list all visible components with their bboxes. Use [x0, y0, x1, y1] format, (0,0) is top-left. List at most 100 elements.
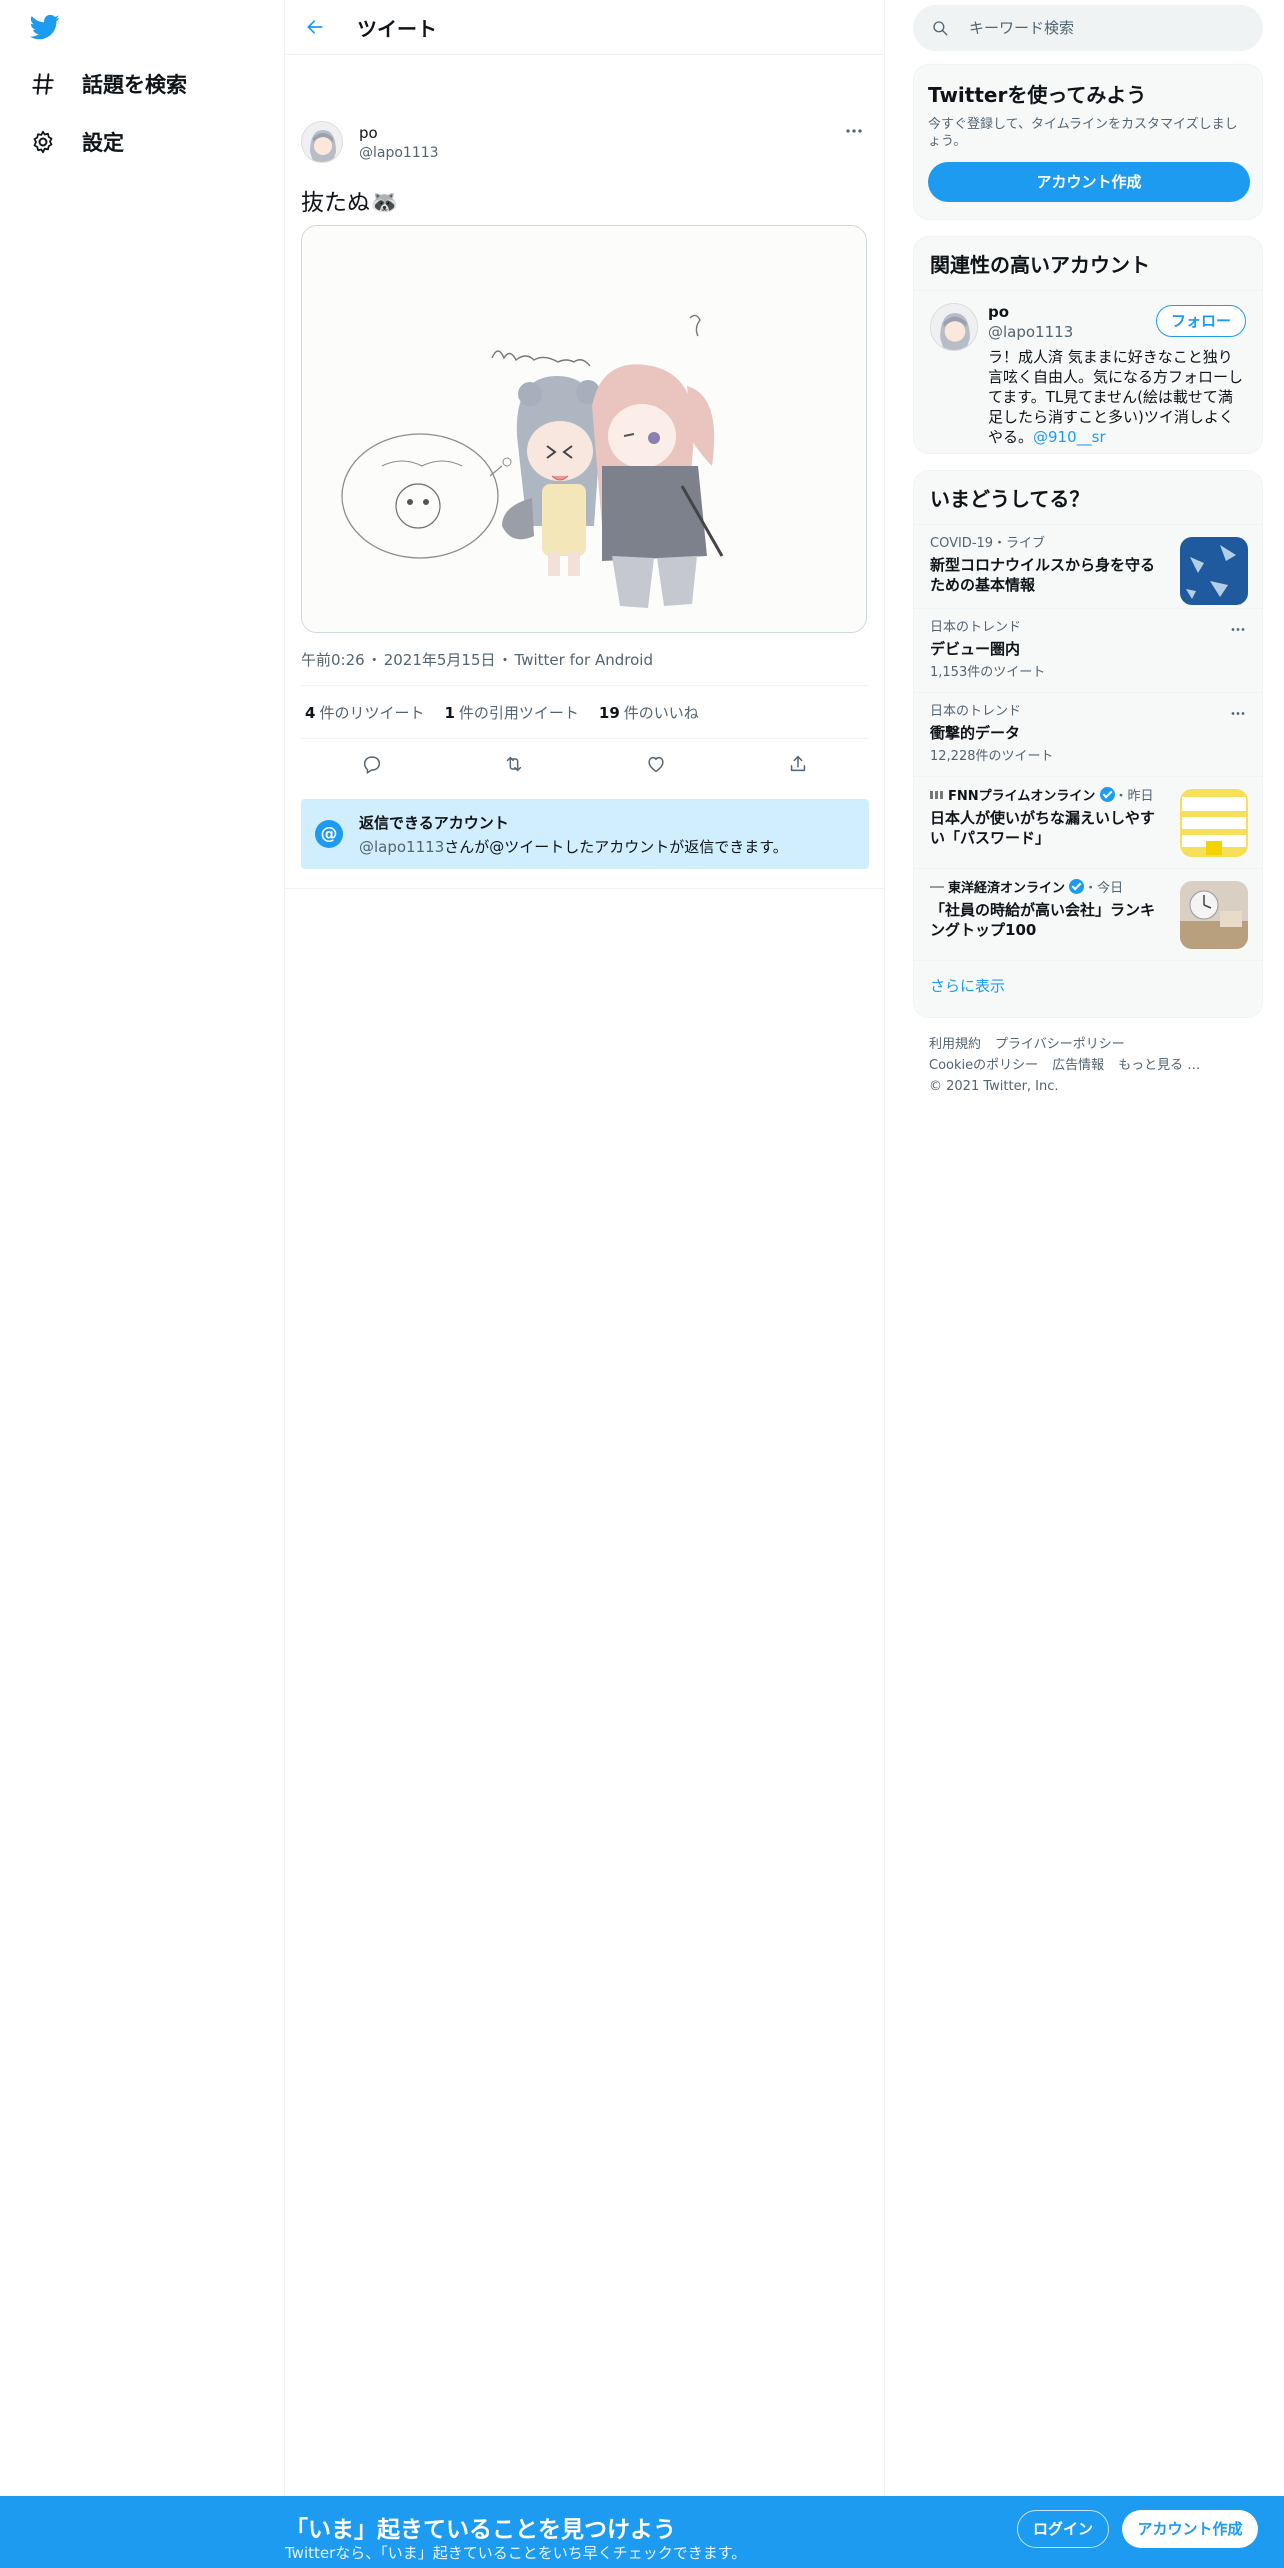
quote-count[interactable]: 1 件の引用ツイート: [444, 702, 578, 723]
separator: ・: [366, 651, 382, 669]
more-options-button[interactable]: [842, 121, 866, 141]
retweet-count[interactable]: 4 件のリツイート: [305, 702, 424, 723]
tweet-timestamp[interactable]: 午前0:26 ・ 2021年5月15日・ Twitter for Android: [301, 649, 653, 670]
fnn-logo-icon: [930, 791, 943, 799]
verified-badge-icon: [1099, 787, 1115, 802]
reply-button[interactable]: [354, 746, 390, 782]
related-account-bio-text: ラ！成人済 気ままに好きなこと独り言呟く自由人。気になる方フォローしてます。TL…: [988, 348, 1244, 446]
more-dots-icon: [846, 129, 862, 133]
footer-link-privacy[interactable]: プライバシーポリシー: [995, 1037, 1125, 1052]
trend-item[interactable]: 日本のトレンド デビュー圏内 1,153件のツイート: [914, 609, 1262, 693]
more-dots-icon: [1231, 711, 1245, 715]
trend-meta: 日本のトレンド: [930, 620, 1022, 635]
reply-restriction-notice: @ 返信できるアカウント @lapo1113さんが@ツイートしたアカウントが返信…: [301, 799, 869, 869]
tweet: po @lapo1113 抜たぬ🦝 午前0:26 ・ 2021年5月15日 ・ …: [285, 55, 884, 889]
retweet-count-label: 件のリツイート: [319, 703, 425, 722]
tweet-client[interactable]: Twitter for Android: [515, 651, 653, 669]
back-button[interactable]: [297, 9, 333, 45]
page-header: ツイート: [285, 0, 884, 55]
bottom-bar-title: 「いま」起きていることを見つけよう: [285, 2517, 676, 2543]
trend-time: ・昨日: [1114, 789, 1154, 804]
page-title: ツイート: [357, 16, 437, 41]
trend-meta: FNNプライムオンライン ・昨日: [930, 787, 1158, 806]
trend-title: 「社員の時給が高い会社」ランキングトップ100: [930, 901, 1156, 939]
retweet-count-value: 4: [305, 703, 316, 722]
trend-time: ・今日: [1084, 881, 1124, 896]
trend-more-button[interactable]: [1226, 701, 1250, 725]
author-name[interactable]: po: [359, 123, 439, 143]
nav-item-settings-label: 設定: [82, 131, 124, 155]
tweet-text: 抜たぬ🦝: [301, 190, 399, 216]
footer-link-ads[interactable]: 広告情報: [1052, 1058, 1104, 1073]
gear-icon: [33, 130, 53, 154]
related-account[interactable]: po @lapo1113 ラ！成人済 気ままに好きなこと独り言呟く自由人。気にな…: [914, 291, 1262, 453]
login-button[interactable]: ログイン: [1017, 2510, 1109, 2548]
search-input[interactable]: [969, 19, 1229, 37]
like-count[interactable]: 19 件のいいね: [599, 702, 699, 723]
trend-title: 日本人が使いがちな漏えいしやすい「パスワード」: [930, 809, 1155, 847]
verified-badge-icon: [1069, 879, 1085, 894]
bio-mention-link[interactable]: @910__sr: [1033, 428, 1106, 446]
trend-title: 衝撃的データ: [930, 724, 1021, 742]
trend-thumbnail: [1180, 537, 1248, 605]
author-handle[interactable]: @lapo1113: [359, 143, 439, 163]
reply-icon: [363, 756, 381, 775]
twitter-bird-icon[interactable]: [28, 12, 64, 42]
reply-notice-handle[interactable]: @lapo1113: [359, 838, 444, 856]
create-account-button[interactable]: アカウント作成: [928, 162, 1250, 202]
tweet-time: 午前0:26: [301, 651, 365, 669]
hashtag-icon: [32, 73, 54, 95]
show-more-link[interactable]: さらに表示: [914, 961, 1262, 1010]
signup-card: Twitterを使ってみよう 今すぐ登録して、タイムラインをカスタマイズしましょ…: [913, 64, 1263, 220]
left-nav: 話題を検索 設定: [0, 0, 285, 2568]
signup-button[interactable]: アカウント作成: [1122, 2510, 1258, 2548]
separator: ・: [497, 651, 513, 669]
nav-item-settings[interactable]: 設定: [30, 122, 124, 162]
quote-count-value: 1: [444, 703, 455, 722]
related-accounts-title: 関連性の高いアカウント: [914, 237, 1262, 291]
nav-item-explore[interactable]: 話題を検索: [30, 64, 187, 104]
share-button[interactable]: [780, 746, 816, 782]
search-box[interactable]: [913, 5, 1263, 51]
footer-links: 利用規約 プライバシーポリシー Cookieのポリシー 広告情報 もっと見る … © …: [929, 1034, 1249, 1097]
trend-more-button[interactable]: [1226, 617, 1250, 641]
trend-item[interactable]: FNNプライムオンライン ・昨日 日本人が使いがちな漏えいしやすい「パスワード」: [914, 777, 1262, 869]
trend-tweet-count: 12,228件のツイート: [930, 749, 1054, 764]
share-icon: [790, 755, 806, 772]
trends-card: いまどうしてる？ COVID-19・ライブ 新型コロナウイルスから身を守るための…: [913, 470, 1263, 1018]
trend-item[interactable]: 東洋経済オンライン ・今日 「社員の時給が高い会社」ランキングトップ100: [914, 869, 1262, 961]
related-accounts-card: 関連性の高いアカウント po @lapo1113 ラ！成人済 気ままに好きなこと…: [913, 236, 1263, 454]
trend-source: FNNプライムオンライン: [948, 789, 1096, 804]
toyokeizai-logo-icon: [930, 886, 944, 888]
trend-item[interactable]: 日本のトレンド 衝撃的データ 12,228件のツイート: [914, 693, 1262, 777]
like-button[interactable]: [638, 746, 674, 782]
reply-notice-title: 返信できるアカウント: [359, 813, 509, 832]
trend-tweet-count: 1,153件のツイート: [930, 665, 1046, 680]
trend-meta: 日本のトレンド: [930, 704, 1022, 719]
nav-item-explore-label: 話題を検索: [82, 73, 187, 97]
tweet-media-image[interactable]: [301, 225, 867, 633]
trend-title: デビュー圏内: [930, 640, 1021, 658]
signup-card-title: Twitterを使ってみよう: [928, 83, 1147, 107]
like-count-label: 件のいいね: [623, 703, 699, 722]
trend-meta: 東洋経済オンライン ・今日: [930, 879, 1158, 898]
bottom-signup-bar: 「いま」起きていることを見つけよう Twitterなら、「いま」起きていることを…: [0, 2496, 1284, 2568]
like-count-value: 19: [598, 703, 620, 722]
reply-notice-text: さんが@ツイートしたアカウントが返信できます。: [444, 837, 788, 856]
trend-title: 新型コロナウイルスから身を守るための基本情報: [930, 556, 1156, 594]
arrow-left-icon: [307, 20, 323, 34]
tweet-date: 2021年5月15日: [383, 651, 496, 669]
trend-thumbnail: [1180, 881, 1248, 949]
tweet-author[interactable]: po @lapo1113: [301, 121, 439, 163]
footer-link-terms[interactable]: 利用規約: [929, 1037, 981, 1052]
trend-item[interactable]: COVID-19・ライブ 新型コロナウイルスから身を守るための基本情報: [914, 525, 1262, 609]
trend-thumbnail: [1180, 789, 1248, 857]
retweet-button[interactable]: [496, 746, 532, 782]
avatar[interactable]: [301, 121, 343, 163]
avatar[interactable]: [930, 303, 978, 351]
bottom-bar-subtitle: Twitterなら、「いま」起きていることをいち早くチェックできます。: [285, 2544, 747, 2562]
footer-link-cookies[interactable]: Cookieのポリシー: [929, 1058, 1038, 1073]
footer-link-more[interactable]: もっと見る …: [1118, 1058, 1200, 1073]
signup-card-desc: 今すぐ登録して、タイムラインをカスタマイズしましょう。: [928, 117, 1238, 149]
follow-button[interactable]: フォロー: [1155, 305, 1246, 337]
